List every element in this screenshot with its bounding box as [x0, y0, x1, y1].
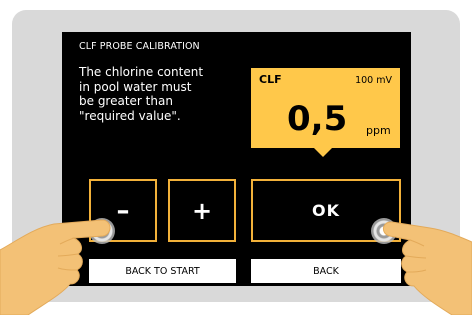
measurement-unit: ppm	[366, 124, 391, 137]
callout-pointer	[314, 148, 332, 157]
measurement-value: 0,5	[287, 99, 348, 139]
millivolt-reading: 100 mV	[355, 75, 392, 86]
screen-title: CLF PROBE CALIBRATION	[79, 41, 200, 52]
pointing-hand-icon	[0, 219, 111, 315]
measurement-label: CLF	[259, 73, 282, 86]
instruction-text: The chlorine content in pool water must …	[79, 65, 204, 123]
pointing-hand-icon	[383, 221, 472, 315]
increase-button[interactable]: +	[168, 179, 236, 242]
measurement-panel: CLF 100 mV 0,5 ppm	[251, 68, 400, 148]
